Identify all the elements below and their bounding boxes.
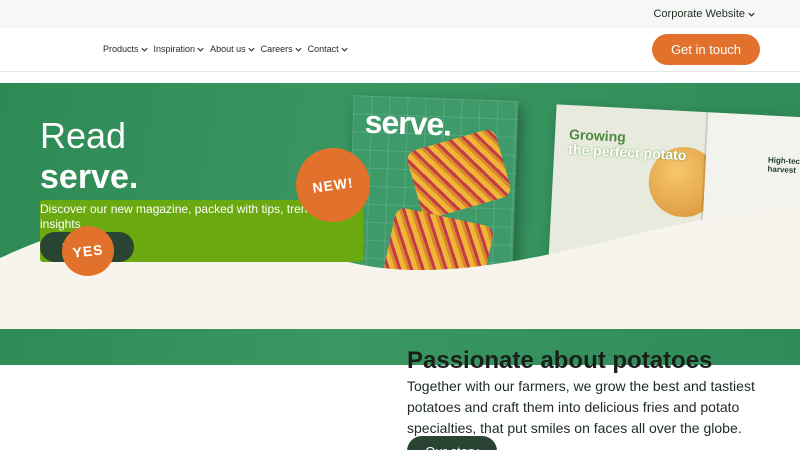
nav-item-products[interactable]: Products <box>103 44 149 54</box>
nav-item-label: Products <box>103 44 139 54</box>
nav-item-contact[interactable]: Contact <box>308 44 349 54</box>
main-navigation: Products Inspiration About us Careers Co… <box>0 28 800 72</box>
nav-item-careers[interactable]: Careers <box>261 44 303 54</box>
chevron-down-icon <box>341 47 348 52</box>
nav-item-label: Contact <box>307 44 339 54</box>
corporate-website-label: Corporate Website <box>653 8 745 20</box>
nav-item-inspiration[interactable]: Inspiration <box>154 44 206 54</box>
chevron-down-icon <box>248 47 255 52</box>
nav-item-label: Careers <box>260 44 293 54</box>
hero-banner: serve. Growing the perfect potato High-t… <box>0 83 800 365</box>
chevron-down-icon <box>295 47 302 52</box>
hero-serve-text: serve. <box>40 158 139 196</box>
hero-read-text: Read <box>40 115 127 156</box>
nav-item-label: About us <box>210 44 246 54</box>
utility-bar: Corporate Website <box>0 0 800 28</box>
our-story-button[interactable]: Our story <box>407 436 497 450</box>
section-body: Together with our farmers, we grow the b… <box>407 378 755 436</box>
chevron-down-icon <box>748 12 755 17</box>
get-in-touch-button[interactable]: Get in touch <box>652 34 760 65</box>
section-title: Passionate about potatoes <box>407 347 713 374</box>
nav-item-about-us[interactable]: About us <box>210 44 256 54</box>
corporate-website-link[interactable]: Corporate Website <box>653 8 756 20</box>
nav-item-label: Inspiration <box>153 44 196 54</box>
chevron-down-icon <box>197 47 204 52</box>
chevron-down-icon <box>140 47 148 52</box>
nav-menu: Products Inspiration About us Careers Co… <box>103 44 349 54</box>
